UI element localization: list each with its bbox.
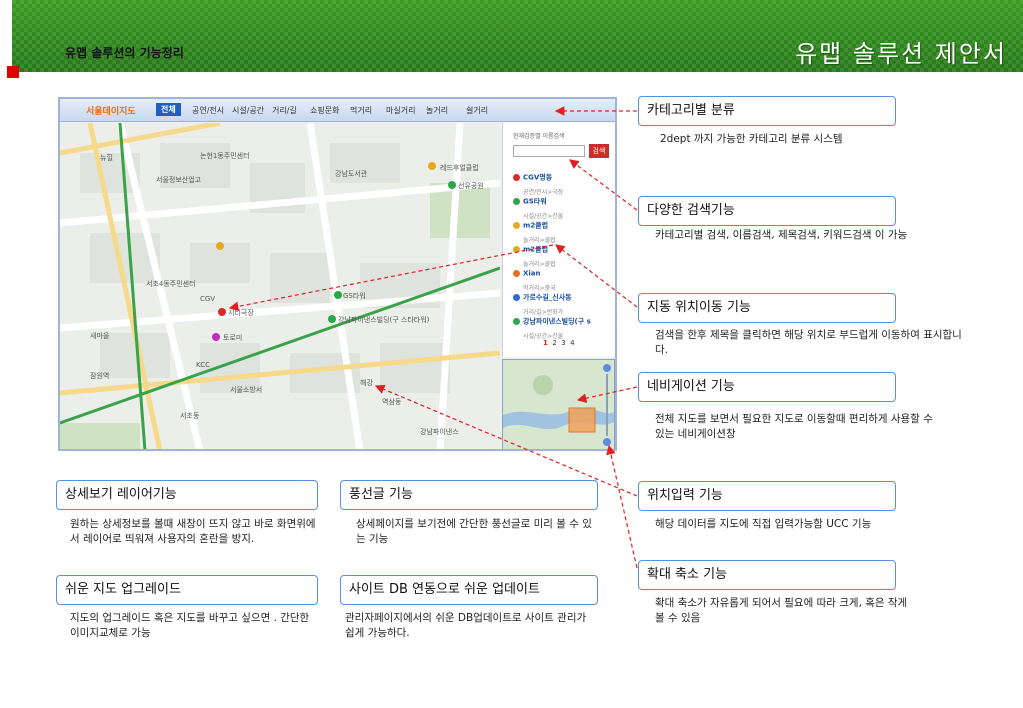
accent-square [7, 66, 19, 78]
callout-category: 카테고리별 분류 [638, 96, 896, 126]
callout-navigation-desc: 전체 지도를 보면서 필요한 지도로 이동할때 편리하게 사용할 수 있는 네비… [655, 413, 933, 440]
search-input[interactable] [513, 145, 585, 157]
tab-play[interactable]: 놀거리 [426, 105, 448, 116]
map-roads [60, 120, 501, 449]
page-link[interactable]: 1 [543, 339, 548, 347]
pin-icon [513, 246, 520, 253]
header-banner: 유맵 솔루션의 기능정리 유맵 솔루션 제안서 [0, 0, 1023, 72]
page-link[interactable]: 4 [570, 339, 574, 347]
map-brand: 서울데이지도 [86, 107, 136, 117]
map-label-jamwon: 잠원역 [90, 372, 110, 380]
map-label-saemaul: 새마을 [90, 332, 110, 340]
map-label-seochon: 서초4동주민센터 [146, 280, 196, 288]
page-link[interactable]: 3 [561, 339, 565, 347]
map-label-gangnam-a: 강남도서관 [335, 170, 368, 178]
navigation-minimap[interactable] [502, 359, 615, 449]
feature-balloon-desc: 상세페이지를 보기전에 간단한 풍선글로 미리 볼 수 있는 기능 [356, 518, 592, 545]
tab-performance[interactable]: 공연/전시 [192, 105, 224, 116]
map-canvas[interactable]: 뉴힐 서울정보산업고 논현1동주민센터 강남도서관 레드후얼클럽 선유공원 CG… [60, 120, 501, 449]
callout-category-desc: 2dept 까지 가능한 카테고리 분류 시스템 [660, 133, 843, 145]
pin-icon [513, 174, 520, 181]
pin-icon [513, 294, 520, 301]
map-label-seoul-school: 서울정보산업고 [156, 176, 202, 184]
callout-auto-move: 지동 위치이동 기능 [638, 293, 896, 323]
map-label-gangnam-b: 강남파이낸스빌딩(구 스타타워) [338, 316, 430, 324]
page-title: 유맵 솔루션 제안서 [795, 40, 1007, 68]
tab-facility[interactable]: 시설/공간 [232, 105, 264, 116]
feature-balloon: 풍선글 기능 [340, 480, 598, 510]
feature-map-upgrade-desc: 지도의 업그레이드 혹은 지도를 바꾸고 싶으면 . 간단한 이미지교체로 가능 [70, 612, 310, 639]
feature-db-update: 사이트 DB 연동으로 쉬운 업데이트 [340, 575, 598, 605]
feature-detail-layer: 상세보기 레이어기능 [56, 480, 318, 510]
feature-detail-layer-desc: 원하는 상세정보를 볼때 새창이 뜨지 않고 바로 화면위에서 레이어로 띄워져… [70, 518, 316, 545]
feature-db-update-desc: 관리자페이지에서의 쉬운 DB업데이트로 사이트 관리가 쉽게 가능하다. [345, 612, 587, 639]
map-label-gs: GS타워 [343, 292, 366, 300]
map-label-toreomi: 토로미 [223, 334, 243, 342]
map-screenshot: 서울데이지도 전체 공연/전시 시설/공간 거리/길 쇼핑문화 먹거리 마실거리… [58, 97, 617, 451]
map-label-road1: 뉴힐 [100, 154, 113, 162]
result-item[interactable]: 강남파이낸스빌딩(구 s 시설/공간>건물 [513, 311, 613, 340]
map-label-haegang: 해강 [360, 379, 373, 387]
pin-icon [513, 318, 520, 325]
search-button[interactable]: 검색 [589, 144, 609, 158]
page-link[interactable]: 2 [552, 339, 556, 347]
map-label-fire: 서울소방서 [230, 386, 263, 394]
map-label-seocho: 서초동 [180, 412, 200, 420]
map-label-nonhyeon: 논현1동주민센터 [200, 152, 250, 160]
pin-icon [513, 198, 520, 205]
map-label-gangnam-finance: 강남파이낸스 [420, 428, 459, 436]
tab-drink[interactable]: 마실거리 [386, 105, 415, 116]
page-subtitle: 유맵 솔루션의 기능정리 [65, 46, 184, 60]
pin-icon [513, 222, 520, 229]
callout-search: 다양한 검색기능 [638, 196, 896, 226]
map-label-cgv: CGV [200, 295, 216, 303]
search-panel: 현재검증별 이름검색 검색 CGV명동 공연/전시>극장 GS타워 시설/공간>… [502, 123, 615, 357]
pin-icon [513, 270, 520, 277]
callout-location-input-desc: 해당 데이터를 지도에 직접 입력가능함 UCC 기능 [655, 518, 872, 530]
callout-zoom-desc: 확대 축소가 자유롭게 되어서 필요에 따라 크게, 혹은 작게 볼 수 있음 [655, 597, 908, 624]
pagination: 1 2 3 4 [543, 339, 575, 347]
search-panel-title: 현재검증별 이름검색 [513, 133, 565, 140]
callout-zoom: 확대 축소 기능 [638, 560, 896, 590]
map-label-kcc: KCC [196, 361, 210, 369]
map-label-cityhall: 시티극장 [228, 309, 254, 317]
minimap-drawing [503, 360, 614, 449]
callout-search-desc: 카테고리별 검색, 이름검색, 제목검색, 키워드검색 이 가능 [655, 229, 908, 241]
feature-map-upgrade: 쉬운 지도 업그레이드 [56, 575, 318, 605]
callout-auto-move-desc: 검색을 한후 제목을 클릭하면 해당 위치로 부드럽게 이동하여 표시합니다. [655, 329, 962, 356]
header-left-margin [0, 0, 12, 72]
tab-rest[interactable]: 쉴거리 [466, 105, 488, 116]
map-label-yeoksam: 역삼동 [382, 398, 402, 406]
tab-all[interactable]: 전체 [156, 103, 181, 116]
tab-shopping[interactable]: 쇼핑문화 [310, 105, 339, 116]
map-label-redflag: 레드후얼클럽 [440, 164, 479, 172]
callout-navigation: 네비게이션 기능 [638, 372, 896, 402]
category-bar: 서울데이지도 전체 공연/전시 시설/공간 거리/길 쇼핑문화 먹거리 마실거리… [60, 99, 615, 122]
map-label-seonyu: 선유공원 [458, 182, 484, 190]
tab-street[interactable]: 거리/길 [272, 105, 297, 116]
callout-location-input: 위치입력 기능 [638, 481, 896, 511]
tab-food[interactable]: 먹거리 [350, 105, 372, 116]
